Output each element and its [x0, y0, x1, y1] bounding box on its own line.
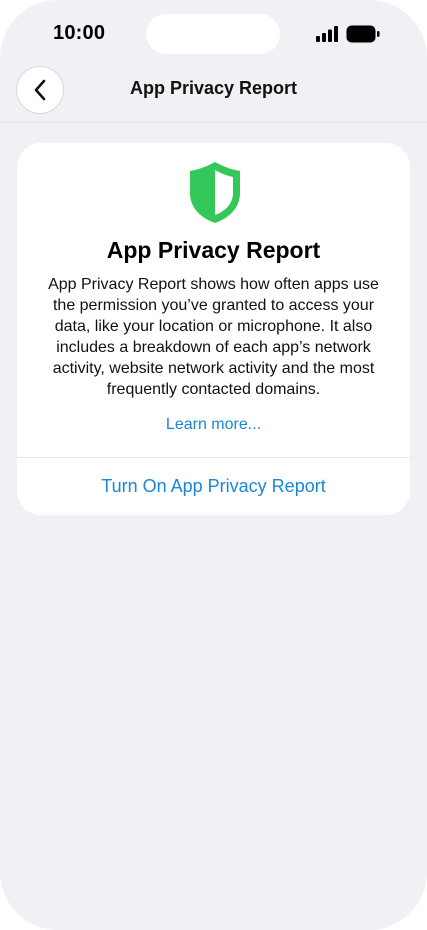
phone-screen: 10:00 App Privacy Report App Privacy Rep…	[0, 0, 427, 930]
dynamic-island	[146, 14, 280, 54]
turn-on-privacy-report-button[interactable]: Turn On App Privacy Report	[17, 458, 410, 515]
page-title: App Privacy Report	[129, 78, 298, 98]
privacy-report-card: App Privacy Report App Privacy Report sh…	[17, 143, 410, 515]
shield-icon	[190, 162, 240, 223]
navigation-bar: App Privacy Report	[0, 62, 427, 123]
learn-more-link[interactable]: Learn more...	[17, 416, 410, 434]
card-title: App Privacy Report	[106, 237, 321, 263]
cellular-signal-icon	[316, 26, 338, 42]
status-time: 10:00	[53, 22, 106, 44]
card-description: App Privacy Report shows how often apps …	[48, 276, 379, 398]
battery-icon	[346, 25, 380, 43]
